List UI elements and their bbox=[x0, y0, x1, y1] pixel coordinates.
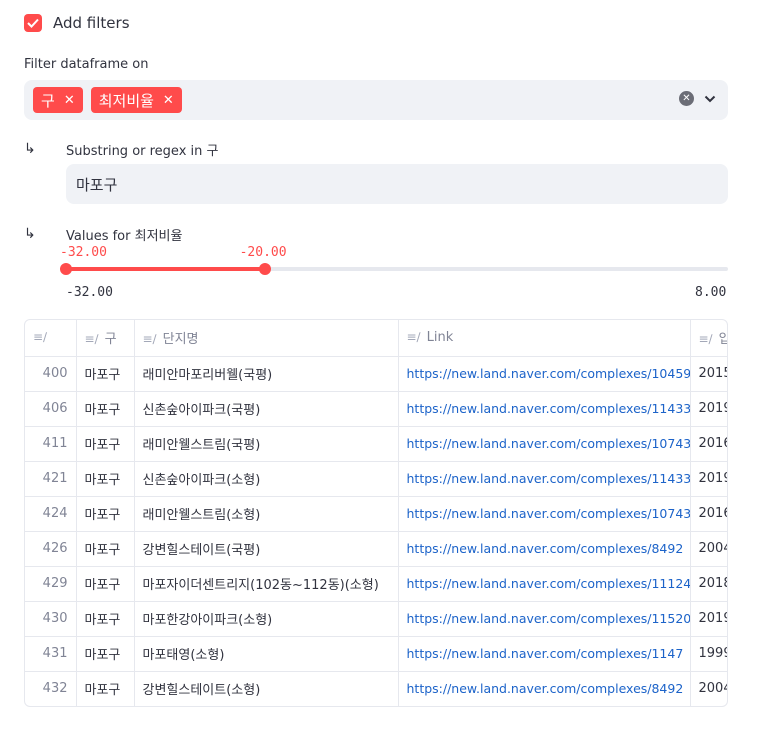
column-header-link[interactable]: ≡∕ Link bbox=[398, 320, 691, 357]
checkbox-checked-icon[interactable] bbox=[24, 14, 42, 32]
table-row[interactable]: 406 마포구 신촌숲아이파크(국평) https://new.land.naver.… bbox=[25, 391, 727, 427]
cell-gu: 마포구 bbox=[76, 601, 135, 637]
cell-link[interactable]: https://new.land.naver.com/complexes/114… bbox=[398, 636, 691, 672]
slider-min-label: -32.00 bbox=[66, 285, 113, 300]
cell-link[interactable]: https://new.land.naver.com/complexes/114… bbox=[398, 391, 691, 427]
cell-gu: 마포구 bbox=[76, 461, 135, 497]
table-row[interactable]: 424 마포구 래미안웰스트림(소형) https://new.land.naver.… bbox=[25, 496, 727, 532]
row-index: 426 bbox=[25, 531, 77, 567]
cell-year: 2004. bbox=[690, 671, 727, 706]
column-type-icon: ≡∕ bbox=[406, 330, 421, 345]
regex-filter-input[interactable]: 마포구 bbox=[66, 164, 728, 204]
cell-name: 신촌숲아이파크(국평) bbox=[134, 391, 399, 427]
cell-year: 2016. bbox=[690, 426, 727, 462]
tag-remove-icon[interactable]: ✕ bbox=[64, 94, 75, 107]
cell-gu: 마포구 bbox=[76, 391, 135, 427]
slider-label: Values for 최저비율 bbox=[66, 229, 183, 244]
filter-multiselect[interactable]: 구 ✕ 최저비율 ✕ ✕ bbox=[24, 80, 728, 120]
cell-name: 신촌숲아이파크(소형) bbox=[134, 461, 399, 497]
row-index: 424 bbox=[25, 496, 77, 532]
cell-gu: 마포구 bbox=[76, 531, 135, 567]
cell-name: 래미안웰스트림(소형) bbox=[134, 496, 399, 532]
cell-name: 마포한강아이파크(소형) bbox=[134, 601, 399, 637]
text-filter-label: Substring or regex in 구 bbox=[66, 144, 219, 159]
add-filters-checkbox[interactable]: Add filters bbox=[24, 14, 130, 32]
tag-label: 구 bbox=[41, 91, 55, 110]
column-header-gu[interactable]: ≡∕ 구 bbox=[76, 320, 135, 357]
cell-link[interactable]: https://new.land.naver.com/complexes/104… bbox=[398, 356, 691, 392]
tag-label: 최저비율 bbox=[98, 91, 154, 110]
row-index: 429 bbox=[25, 566, 77, 602]
table-row[interactable]: 411 마포구 래미안웰스트림(국평) https://new.land.naver.… bbox=[25, 426, 727, 462]
table-header-row: ≡∕ ≡∕구 ≡∕단지명 ≡∕Link ≡∕입 bbox=[25, 320, 727, 357]
cell-gu: 마포구 bbox=[76, 566, 135, 602]
table-row[interactable]: 431 마포구 마포태영(소형) https://new.land.naver.com… bbox=[25, 636, 727, 672]
range-slider-track[interactable] bbox=[66, 267, 728, 271]
cell-name: 마포태영(소형) bbox=[134, 636, 399, 672]
table-row[interactable]: 429 마포구 마포자이더센트리지(102동~112동)(소형) https://ne… bbox=[25, 566, 727, 602]
slider-max-label: 8.00 bbox=[695, 285, 727, 300]
slider-high-thumb[interactable] bbox=[258, 263, 271, 275]
column-header-name[interactable]: ≡∕ 단지명 bbox=[134, 320, 399, 357]
multiselect-label: Filter dataframe on bbox=[24, 57, 149, 72]
clear-all-icon[interactable]: ✕ bbox=[679, 91, 694, 106]
row-index: 406 bbox=[25, 391, 77, 427]
cell-gu: 마포구 bbox=[76, 496, 135, 532]
cell-gu: 마포구 bbox=[76, 426, 135, 462]
cell-link[interactable]: https://new.land.naver.com/complexes/107… bbox=[398, 426, 691, 462]
tag-remove-icon[interactable]: ✕ bbox=[163, 94, 174, 107]
tag-gu[interactable]: 구 ✕ bbox=[33, 87, 83, 113]
cell-name: 강변힐스테이트(국평) bbox=[134, 531, 399, 567]
cell-year: 2016. bbox=[690, 496, 727, 532]
slider-high-value: -20.00 bbox=[239, 245, 287, 260]
tag-min-ratio[interactable]: 최저비율 ✕ bbox=[90, 87, 182, 113]
nested-arrow-icon: ↳ bbox=[24, 226, 36, 242]
cell-link[interactable]: https://new.land.naver.com/complexes/849… bbox=[398, 531, 691, 567]
range-slider-fill bbox=[66, 267, 265, 271]
table-row[interactable]: 400 마포구 래미안마포리버웰(국평) https://new.land.naver… bbox=[25, 356, 727, 392]
row-index: 421 bbox=[25, 461, 77, 497]
table-row[interactable]: 430 마포구 마포한강아이파크(소형) https://new.land.naver… bbox=[25, 601, 727, 637]
dataframe-table[interactable]: ≡∕ ≡∕구 ≡∕단지명 ≡∕Link ≡∕입 400마포구래미안마포리버웰(국… bbox=[24, 319, 728, 707]
cell-gu: 마포구 bbox=[76, 671, 135, 706]
cell-link[interactable]: https://new.land.naver.com/complexes/114… bbox=[398, 461, 691, 497]
cell-name: 래미안웰스트림(국평) bbox=[134, 426, 399, 462]
cell-link[interactable]: https://new.land.naver.com/complexes/107… bbox=[398, 496, 691, 532]
table-row[interactable]: 432 마포구 강변힐스테이트(소형) https://new.land.naver.… bbox=[25, 671, 727, 706]
slider-low-value: -32.00 bbox=[60, 245, 107, 260]
cell-year: 2019. bbox=[690, 391, 727, 427]
column-type-icon: ≡∕ bbox=[33, 330, 48, 345]
cell-year: 2004. bbox=[690, 531, 727, 567]
row-index: 432 bbox=[25, 671, 77, 706]
cell-year: 2018. bbox=[690, 566, 727, 602]
cell-name: 래미안마포리버웰(국평) bbox=[134, 356, 399, 392]
column-type-icon: ≡∕ bbox=[698, 332, 713, 347]
cell-year: 1999. bbox=[690, 636, 727, 672]
cell-gu: 마포구 bbox=[76, 356, 135, 392]
column-type-icon: ≡∕ bbox=[84, 332, 99, 347]
row-index: 411 bbox=[25, 426, 77, 462]
row-index: 431 bbox=[25, 636, 77, 672]
row-index: 430 bbox=[25, 601, 77, 637]
table-row[interactable]: 421 마포구 신촌숲아이파크(소형) https://new.land.naver.… bbox=[25, 461, 727, 497]
column-header-index[interactable]: ≡∕ bbox=[25, 320, 77, 357]
table-row[interactable]: 426 마포구 강변힐스테이트(국평) https://new.land.naver.… bbox=[25, 531, 727, 567]
cell-name: 마포자이더센트리지(102동~112동)(소형) bbox=[134, 566, 399, 602]
cell-link[interactable]: https://new.land.naver.com/complexes/115… bbox=[398, 601, 691, 637]
chevron-down-icon[interactable] bbox=[704, 95, 716, 103]
column-type-icon: ≡∕ bbox=[142, 332, 157, 347]
nested-arrow-icon: ↳ bbox=[24, 141, 36, 157]
cell-year: 2015. bbox=[690, 356, 727, 392]
row-index: 400 bbox=[25, 356, 77, 392]
cell-name: 강변힐스테이트(소형) bbox=[134, 671, 399, 706]
cell-year: 2019. bbox=[690, 601, 727, 637]
cell-link[interactable]: https://new.land.naver.com/complexes/111… bbox=[398, 566, 691, 602]
cell-link[interactable]: https://new.land.naver.com/complexes/849… bbox=[398, 671, 691, 706]
cell-year: 2019. bbox=[690, 461, 727, 497]
checkbox-label: Add filters bbox=[53, 14, 130, 32]
column-header-year[interactable]: ≡∕입 bbox=[690, 320, 727, 357]
slider-low-thumb[interactable] bbox=[60, 263, 72, 275]
cell-gu: 마포구 bbox=[76, 636, 135, 672]
